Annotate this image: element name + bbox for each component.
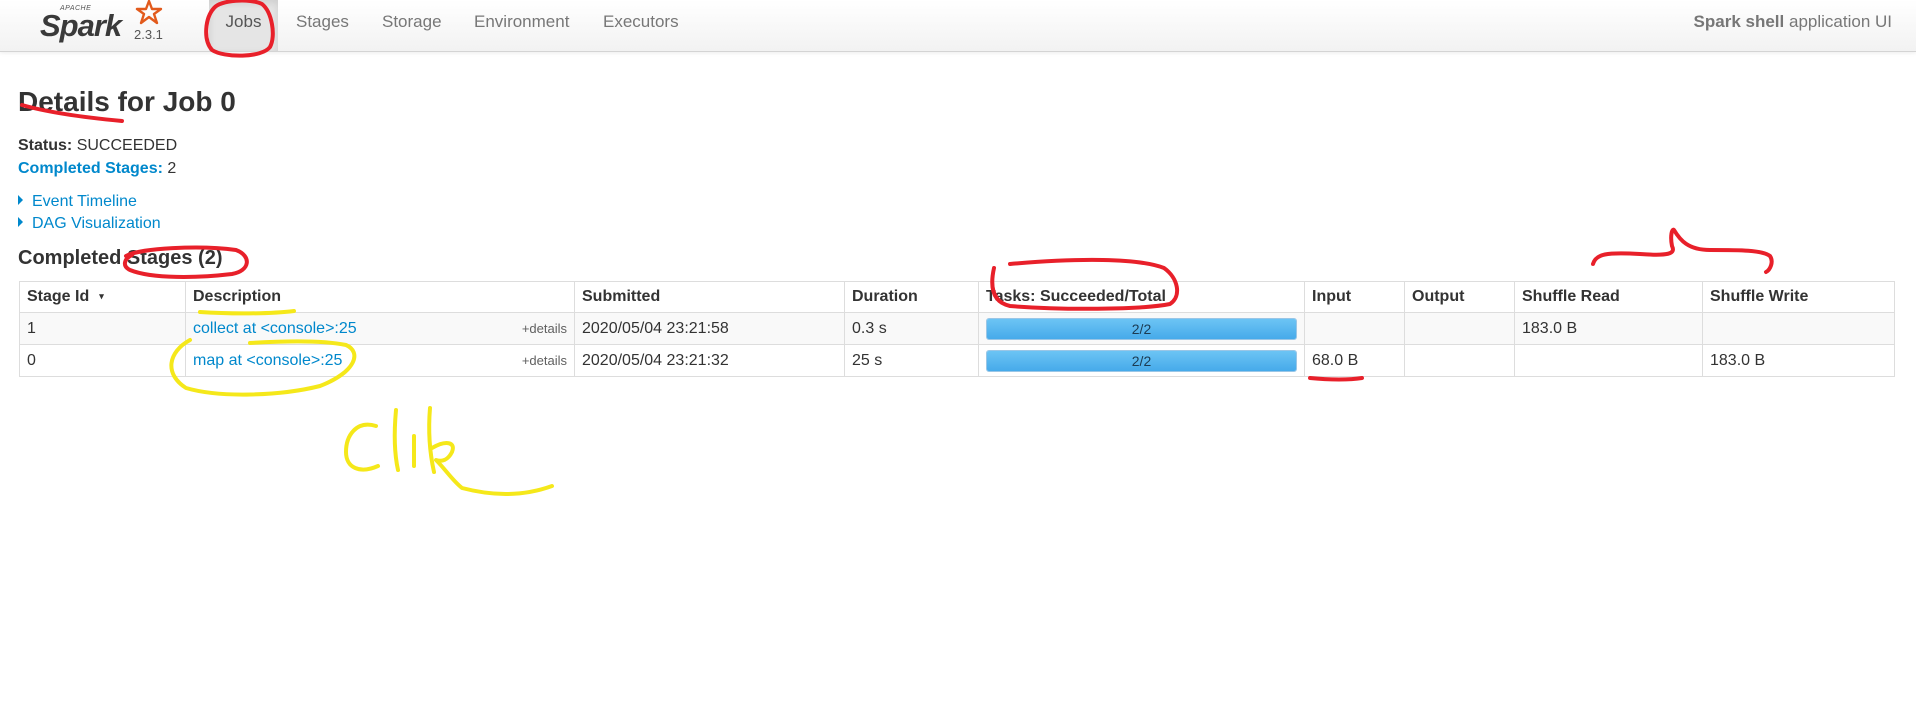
cell-shuffle-read: 183.0 B — [1514, 312, 1703, 345]
completed-stages-count: 2 — [167, 160, 177, 177]
cell-duration: 25 s — [844, 344, 979, 377]
logo-spark-text: Spark — [40, 8, 122, 43]
dag-visualization-toggle[interactable]: DAG Visualization — [18, 215, 161, 233]
caret-right-icon — [18, 217, 23, 227]
details-toggle[interactable]: +details — [522, 321, 567, 336]
completed-stages-link[interactable]: Completed Stages: — [18, 160, 163, 177]
completed-stages-line: Completed Stages: 2 — [18, 160, 176, 178]
cell-tasks: 2/2 — [978, 344, 1305, 377]
cell-submitted: 2020/05/04 23:21:32 — [574, 344, 845, 377]
header-stage-id[interactable]: Stage Id ▾ — [19, 281, 186, 313]
cell-duration: 0.3 s — [844, 312, 979, 345]
completed-stages-heading[interactable]: Completed Stages (2) — [18, 247, 222, 270]
table-header-row: Stage Id ▾ Description Submitted Duration… — [19, 281, 1895, 313]
completed-stages-table: Stage Id ▾ Description Submitted Duration… — [19, 281, 1895, 377]
header-submitted[interactable]: Submitted — [574, 281, 845, 313]
spark-version: 2.3.1 — [134, 27, 163, 42]
event-timeline-toggle[interactable]: Event Timeline — [18, 193, 137, 211]
cell-shuffle-read — [1514, 344, 1703, 377]
yellow-handwritten-click-annotation — [344, 406, 554, 496]
app-suffix: application UI — [1784, 12, 1892, 31]
spark-logo[interactable]: APACHE Spark 2.3.1 — [36, 0, 176, 51]
cell-input — [1304, 312, 1405, 345]
tab-storage[interactable]: Storage — [382, 0, 442, 51]
header-input[interactable]: Input — [1304, 281, 1405, 313]
status-value: SUCCEEDED — [76, 137, 178, 154]
cell-shuffle-write: 183.0 B — [1702, 344, 1895, 377]
top-navbar: APACHE Spark 2.3.1 Jobs Stages Storage E… — [0, 0, 1916, 52]
table-row: 1 collect at <console>:25 +details 2020/… — [19, 312, 1895, 345]
tasks-progress-bar: 2/2 — [986, 349, 1297, 372]
stage-description-link[interactable]: map at <console>:25 — [193, 352, 342, 369]
progress-text: 2/2 — [1131, 320, 1152, 337]
sort-descending-icon: ▾ — [99, 291, 104, 301]
header-output[interactable]: Output — [1404, 281, 1515, 313]
tab-stages[interactable]: Stages — [296, 0, 349, 51]
header-shuffle-read[interactable]: Shuffle Read — [1514, 281, 1703, 313]
status-label: Status: — [18, 137, 73, 154]
table-row: 0 map at <console>:25 +details 2020/05/0… — [19, 344, 1895, 377]
caret-right-icon — [18, 195, 23, 205]
tab-executors[interactable]: Executors — [603, 0, 679, 51]
app-name: Spark shell — [1693, 12, 1785, 31]
page-title: Details for Job 0 — [18, 86, 236, 117]
cell-description: map at <console>:25 +details — [185, 344, 575, 377]
cell-input: 68.0 B — [1304, 344, 1405, 377]
cell-tasks: 2/2 — [978, 312, 1305, 345]
cell-shuffle-write — [1702, 312, 1895, 345]
status-line: Status: SUCCEEDED — [18, 137, 177, 155]
dag-visualization-label: DAG Visualization — [32, 215, 161, 232]
red-brace-shuffle-annotation — [1591, 227, 1774, 274]
spark-star-icon — [135, 0, 163, 25]
cell-output — [1404, 344, 1515, 377]
red-underline-input-annotation — [1308, 376, 1364, 382]
tasks-progress-bar: 2/2 — [986, 317, 1297, 340]
cell-stage-id: 1 — [19, 312, 186, 345]
cell-output — [1404, 312, 1515, 345]
header-shuffle-write[interactable]: Shuffle Write — [1702, 281, 1895, 313]
progress-text: 2/2 — [1131, 352, 1152, 369]
header-duration[interactable]: Duration — [844, 281, 979, 313]
stage-description-link[interactable]: collect at <console>:25 — [193, 320, 357, 337]
cell-stage-id: 0 — [19, 344, 186, 377]
application-ui-label: Spark shell application UI — [1694, 0, 1892, 44]
tab-jobs[interactable]: Jobs — [209, 0, 278, 51]
cell-submitted: 2020/05/04 23:21:58 — [574, 312, 845, 345]
details-toggle[interactable]: +details — [522, 353, 567, 368]
event-timeline-label: Event Timeline — [32, 193, 137, 210]
header-tasks[interactable]: Tasks: Succeeded/Total — [978, 281, 1305, 313]
cell-description: collect at <console>:25 +details — [185, 312, 575, 345]
tab-environment[interactable]: Environment — [474, 0, 569, 51]
header-description[interactable]: Description — [185, 281, 575, 313]
